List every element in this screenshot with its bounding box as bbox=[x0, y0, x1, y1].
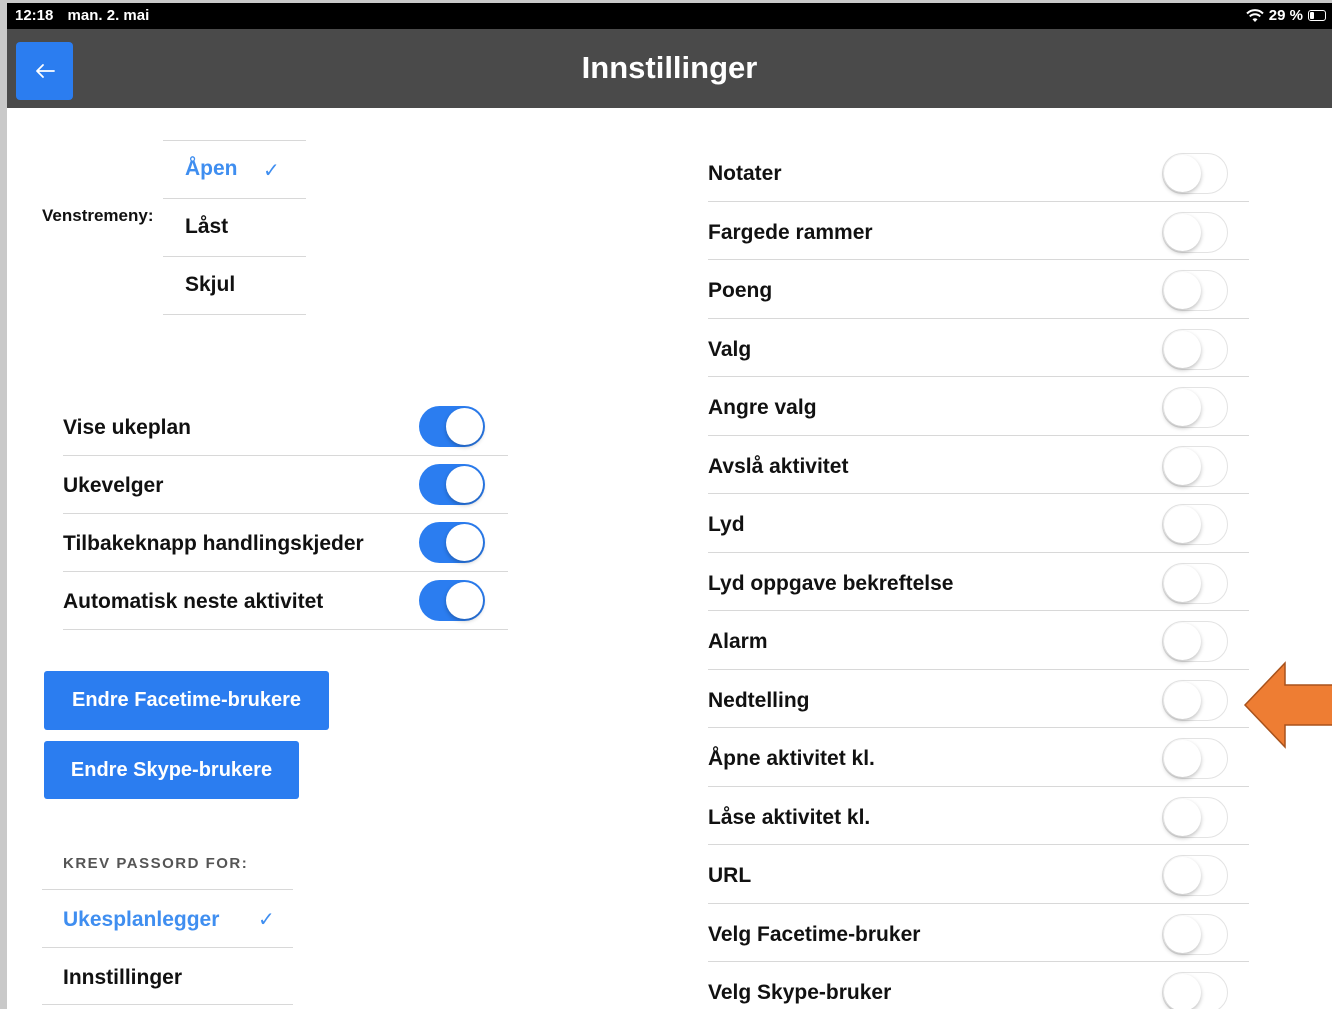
toggle-switch[interactable] bbox=[1162, 679, 1228, 721]
toggle-row-notater: Notater bbox=[708, 143, 1249, 202]
toggle-label: Åpne aktivitet kl. bbox=[708, 747, 875, 770]
toggle-label: Vise ukeplan bbox=[63, 416, 192, 439]
wifi-icon bbox=[1246, 8, 1264, 22]
toggle-row-angre-valg: Angre valg bbox=[708, 377, 1249, 436]
toggle-row-ukevelger: Ukevelger bbox=[63, 456, 508, 514]
toggle-label: Velg Facetime-bruker bbox=[708, 922, 921, 946]
toggle-switch[interactable] bbox=[1162, 738, 1228, 779]
toggle-label: Lyd oppgave bekreftelse bbox=[708, 571, 954, 595]
right-toggle-list: Notater Fargede rammer Poeng Valg Angre … bbox=[708, 143, 1249, 1009]
toggle-row-fargede-rammer: Fargede rammer bbox=[708, 202, 1249, 260]
toggle-label: Låse aktivitet kl. bbox=[708, 805, 871, 829]
toggle-row-lyd: Lyd bbox=[708, 494, 1249, 553]
toggle-row-url: URL bbox=[708, 845, 1249, 904]
toggle-label: Automatisk neste aktivitet bbox=[63, 590, 324, 613]
toggle-label: Angre valg bbox=[708, 396, 817, 419]
toggle-switch[interactable] bbox=[1162, 621, 1228, 662]
toggle-row-avsla-aktivitet: Avslå aktivitet bbox=[708, 436, 1249, 494]
battery-icon bbox=[1308, 10, 1326, 21]
option-label: Åpen bbox=[185, 157, 238, 180]
status-time: 12:18 bbox=[15, 7, 54, 24]
nav-bar: Innstillinger bbox=[7, 29, 1332, 108]
toggle-row-alarm: Alarm bbox=[708, 611, 1249, 670]
toggle-switch[interactable] bbox=[1162, 153, 1228, 194]
toggle-row-tilbakeknapp: Tilbakeknapp handlingskjeder bbox=[63, 514, 508, 572]
toggle-row-poeng: Poeng bbox=[708, 260, 1249, 319]
venstremeny-option-apen[interactable]: Åpen ✓ bbox=[163, 140, 306, 198]
status-bar: 12:18 man. 2. mai 29 % bbox=[7, 3, 1332, 29]
toggle-switch[interactable] bbox=[1162, 796, 1228, 838]
toggle-switch[interactable] bbox=[419, 406, 485, 447]
edit-skype-users-button[interactable]: Endre Skype-brukere bbox=[44, 741, 299, 799]
venstremeny-label: Venstremeny: bbox=[42, 206, 154, 225]
toggle-row-lase-aktivitet: Låse aktivitet kl. bbox=[708, 787, 1249, 845]
ipad-screen: 12:18 man. 2. mai 29 % Innstillinger Ven… bbox=[7, 3, 1332, 1009]
left-toggle-list: Vise ukeplan Ukevelger Tilbakeknapp hand… bbox=[63, 398, 508, 630]
toggle-switch[interactable] bbox=[1162, 387, 1228, 428]
toggle-switch[interactable] bbox=[1162, 562, 1228, 604]
toggle-row-valg: Valg bbox=[708, 319, 1249, 377]
status-date: man. 2. mai bbox=[67, 7, 150, 24]
toggle-row-automatisk-neste: Automatisk neste aktivitet bbox=[63, 572, 508, 630]
toggle-switch[interactable] bbox=[1162, 211, 1228, 253]
checkmark-icon: ✓ bbox=[258, 909, 275, 931]
battery-percent: 29 % bbox=[1268, 7, 1303, 24]
toggle-row-velg-skype: Velg Skype-bruker bbox=[708, 962, 1249, 1009]
toggle-row-apne-aktivitet: Åpne aktivitet kl. bbox=[708, 728, 1249, 787]
toggle-switch[interactable] bbox=[1162, 913, 1228, 955]
checkmark-icon: ✓ bbox=[263, 160, 280, 182]
option-label: Innstillinger bbox=[63, 966, 183, 989]
toggle-label: Alarm bbox=[708, 630, 768, 653]
toggle-label: Ukevelger bbox=[63, 474, 164, 497]
toggle-row-nedtelling: Nedtelling bbox=[708, 670, 1249, 728]
toggle-switch[interactable] bbox=[1162, 445, 1228, 487]
toggle-switch[interactable] bbox=[1162, 504, 1228, 545]
password-section-heading: KREV PASSORD FOR: bbox=[63, 855, 249, 872]
toggle-switch[interactable] bbox=[1162, 270, 1228, 311]
venstremeny-option-last[interactable]: Låst bbox=[163, 198, 306, 256]
toggle-switch[interactable] bbox=[419, 522, 485, 563]
toggle-row-vise-ukeplan: Vise ukeplan bbox=[63, 398, 508, 456]
toggle-switch[interactable] bbox=[419, 580, 485, 621]
password-option-ukesplanlegger[interactable]: Ukesplanlegger ✓ bbox=[42, 889, 293, 947]
option-label: Skjul bbox=[185, 273, 236, 296]
edit-facetime-users-button[interactable]: Endre Facetime-brukere bbox=[44, 671, 329, 730]
toggle-label: Poeng bbox=[708, 279, 773, 302]
page-title: Innstillinger bbox=[581, 50, 758, 85]
toggle-label: Valg bbox=[708, 337, 752, 361]
toggle-row-velg-facetime: Velg Facetime-bruker bbox=[708, 904, 1249, 962]
venstremeny-options: Åpen ✓ Låst Skjul bbox=[163, 140, 306, 315]
toggle-switch[interactable] bbox=[1162, 972, 1228, 1009]
option-label: Låst bbox=[185, 215, 229, 238]
toggle-switch[interactable] bbox=[419, 464, 485, 505]
toggle-switch[interactable] bbox=[1162, 855, 1228, 896]
toggle-label: Lyd bbox=[708, 513, 745, 536]
venstremeny-option-skjul[interactable]: Skjul bbox=[163, 256, 306, 315]
toggle-switch[interactable] bbox=[1162, 328, 1228, 370]
toggle-row-lyd-oppgave: Lyd oppgave bekreftelse bbox=[708, 553, 1249, 611]
toggle-label: Fargede rammer bbox=[708, 220, 873, 244]
toggle-label: Nedtelling bbox=[708, 688, 810, 712]
password-options: Ukesplanlegger ✓ Innstillinger bbox=[42, 889, 293, 1005]
orange-arrow-icon bbox=[1243, 661, 1332, 749]
option-label: Ukesplanlegger bbox=[63, 908, 220, 931]
toggle-label: Notater bbox=[708, 162, 782, 185]
toggle-label: Velg Skype-bruker bbox=[708, 981, 892, 1004]
password-option-innstillinger[interactable]: Innstillinger bbox=[42, 947, 293, 1005]
toggle-label: Avslå aktivitet bbox=[708, 454, 849, 478]
toggle-label: URL bbox=[708, 864, 752, 887]
toggle-label: Tilbakeknapp handlingskjeder bbox=[63, 532, 364, 555]
